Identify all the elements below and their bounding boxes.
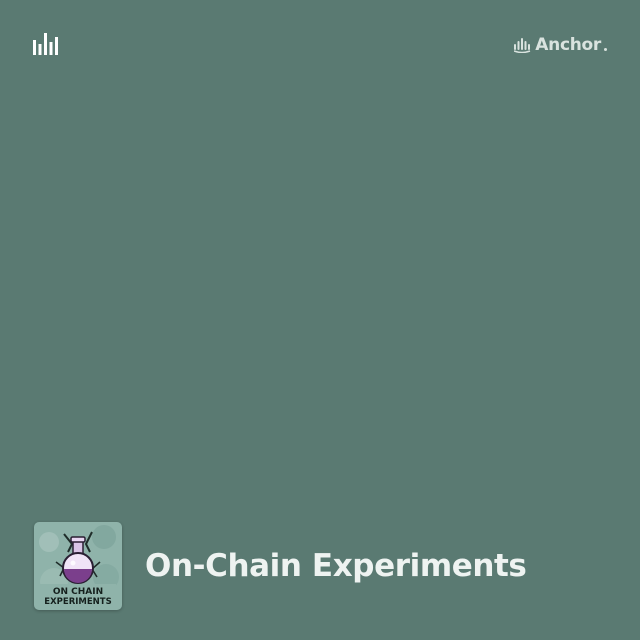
anchor-brand-link[interactable]: Anchor	[514, 35, 607, 55]
podcast-title[interactable]: On-Chain Experiments	[145, 546, 527, 586]
anchor-waveform-icon	[514, 38, 531, 53]
podcast-cover-art[interactable]: ON CHAIN EXPERIMENTS	[34, 522, 122, 610]
cover-title-line1: ON CHAIN	[53, 587, 103, 597]
potion-flask-icon: ON CHAIN EXPERIMENTS	[34, 522, 122, 610]
anchor-logo-text: Anchor	[535, 35, 601, 55]
player-canvas: Anchor ON CHAIN EXPERIMENTS On-Chain Exp…	[0, 0, 640, 640]
audio-bars-icon	[33, 33, 58, 55]
brand-registered-dot	[604, 48, 607, 51]
cover-title-line2: EXPERIMENTS	[44, 597, 111, 607]
